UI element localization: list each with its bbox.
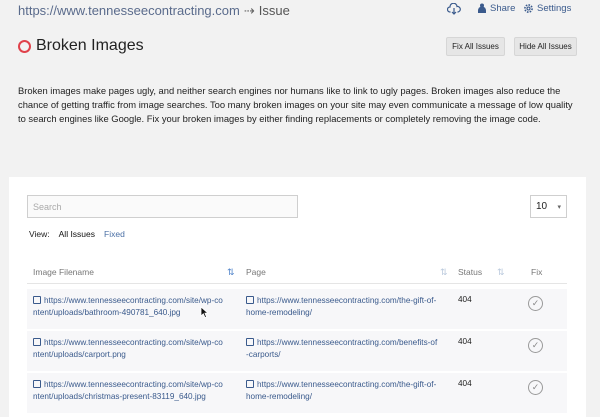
page-url-line2: home-remodeling/ [246, 308, 312, 317]
sort-icon[interactable]: ⇅ [497, 267, 505, 278]
view-label: View: [29, 229, 50, 239]
status-code: 404 [458, 295, 472, 304]
download-button[interactable] [447, 3, 461, 15]
external-link-icon [246, 338, 254, 346]
status-code: 404 [458, 337, 472, 346]
column-status[interactable]: Status [458, 267, 482, 277]
image-url-line2: ntent/uploads/bathroom-490781_640.jpg [33, 308, 181, 317]
check-circle-icon[interactable]: ✓ [528, 338, 543, 353]
table-row: https://www.tennesseecontracting.com/sit… [27, 331, 567, 371]
check-circle-icon[interactable]: ✓ [528, 380, 543, 395]
page-size-value: 10 [536, 201, 548, 212]
column-fix: Fix [531, 267, 543, 277]
breadcrumb-issue: Issue [258, 3, 290, 18]
page-link[interactable]: https://www.tennesseecontracting.com/the… [246, 379, 436, 403]
external-link-icon [33, 338, 41, 346]
issue-description: Broken images make pages ugly, and neith… [18, 85, 573, 125]
page-link[interactable]: https://www.tennesseecontracting.com/the… [246, 295, 436, 319]
page-url-line1: https://www.tennesseecontracting.com/the… [257, 380, 437, 389]
page-url-line1: https://www.tennesseecontracting.com/ben… [257, 338, 438, 347]
fix-all-issues-button[interactable]: Fix All Issues [446, 37, 505, 56]
mouse-cursor-icon [200, 306, 210, 324]
table-row: https://www.tennesseecontracting.com/sit… [27, 289, 567, 329]
sort-icon[interactable]: ⇅ [440, 267, 448, 278]
page-url-line2: home-remodeling/ [246, 392, 312, 401]
sort-icon[interactable]: ⇅ [227, 267, 235, 278]
image-filename-link[interactable]: https://www.tennesseecontracting.com/sit… [33, 295, 223, 319]
external-link-icon [33, 296, 41, 304]
column-page[interactable]: Page [246, 267, 266, 277]
view-all-issues-tab[interactable]: All Issues [59, 229, 95, 239]
image-url-line1: https://www.tennesseecontracting.com/sit… [44, 380, 223, 389]
view-fixed-tab[interactable]: Fixed [104, 229, 125, 239]
broken-ring-icon [18, 39, 31, 53]
share-icon [477, 3, 487, 14]
image-url-line2: ntent/uploads/carport.png [33, 350, 126, 359]
column-image-filename[interactable]: Image Filename [33, 267, 94, 277]
share-label: Share [490, 3, 516, 14]
chevron-down-icon: ▾ [557, 204, 561, 211]
image-filename-link[interactable]: https://www.tennesseecontracting.com/sit… [33, 379, 223, 403]
page-url-line2: -carports/ [246, 350, 281, 359]
page-title: Broken Images [36, 37, 144, 54]
breadcrumb-url[interactable]: https://www.tennesseecontracting.com [18, 3, 240, 18]
page-size-select[interactable]: 10 ▾ [530, 195, 567, 218]
breadcrumb: https://www.tennesseecontracting.com ⇢ Iss… [18, 3, 290, 19]
cloud-download-icon [447, 3, 461, 15]
top-bar: https://www.tennesseecontracting.com ⇢ Iss… [0, 0, 600, 24]
status-code: 404 [458, 379, 472, 388]
page-url-line1: https://www.tennesseecontracting.com/the… [257, 296, 437, 305]
page-link[interactable]: https://www.tennesseecontracting.com/ben… [246, 337, 437, 361]
image-filename-link[interactable]: https://www.tennesseecontracting.com/sit… [33, 337, 223, 361]
table-row: https://www.tennesseecontracting.com/sit… [27, 373, 567, 413]
external-link-icon [246, 296, 254, 304]
image-url-line1: https://www.tennesseecontracting.com/sit… [44, 338, 223, 347]
settings-label: Settings [537, 3, 572, 14]
gear-icon [523, 3, 534, 14]
image-url-line1: https://www.tennesseecontracting.com/sit… [44, 296, 223, 305]
image-url-line2: ntent/uploads/christmas-present-83119_64… [33, 392, 206, 401]
view-filter: View: All Issues Fixed [29, 229, 125, 239]
hide-all-issues-button[interactable]: Hide All Issues [514, 37, 577, 56]
issues-panel: Search 10 ▾ View: All Issues Fixed Image… [9, 177, 586, 417]
external-link-icon [33, 380, 41, 388]
page-header: Broken Images [18, 36, 144, 56]
breadcrumb-separator: ⇢ [243, 3, 255, 18]
search-input[interactable]: Search [27, 195, 298, 218]
table-header: Image Filename ⇅ Page ⇅ Status ⇅ Fix [27, 264, 567, 284]
check-circle-icon[interactable]: ✓ [528, 296, 543, 311]
share-button[interactable]: Share [477, 3, 515, 14]
settings-button[interactable]: Settings [523, 3, 571, 14]
external-link-icon [246, 380, 254, 388]
